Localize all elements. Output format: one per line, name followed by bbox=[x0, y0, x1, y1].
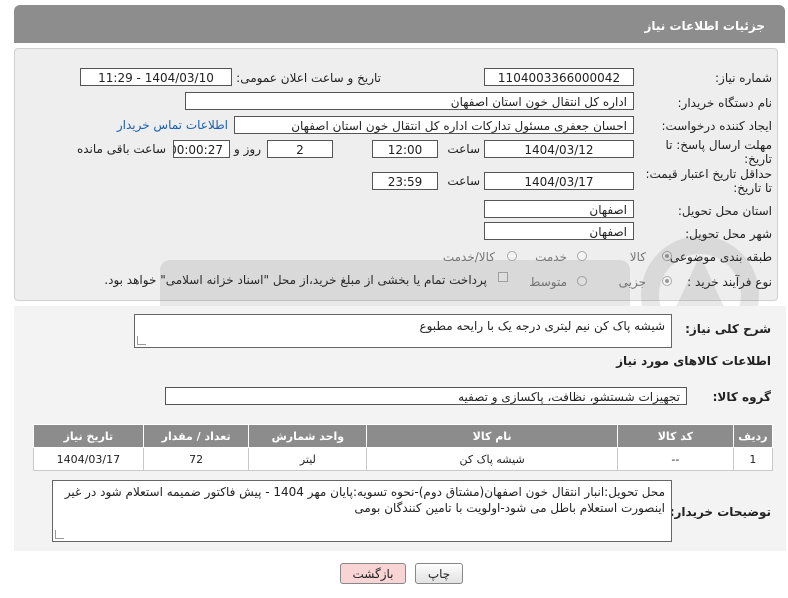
goods-group-field[interactable]: تجهیزات شستشو، نظافت، پاکسازی و تصفیه bbox=[165, 387, 687, 405]
subject-radio-goods[interactable] bbox=[662, 251, 672, 261]
subject-class-label: طبقه بندی موضوعی: bbox=[665, 250, 772, 264]
reply-deadline-label-date: تاریخ: bbox=[744, 152, 772, 166]
creator-field[interactable]: احسان جعفری مسئول تدارکات اداره کل انتقا… bbox=[234, 116, 634, 134]
price-validity-label-date: تا تاریخ: bbox=[733, 181, 772, 195]
resize-grip-icon[interactable] bbox=[55, 530, 64, 539]
page-header: جزئیات اطلاعات نیاز bbox=[14, 5, 785, 43]
reply-deadline-time-label: ساعت bbox=[447, 142, 480, 156]
col-code: کد کالا bbox=[616, 424, 734, 448]
purchase-type-label: نوع فرآیند خرید : bbox=[687, 275, 772, 289]
table-row[interactable]: 1 -- شیشه پاک کن لیتر 72 1404/03/17 bbox=[33, 447, 774, 471]
buyer-notes-textarea[interactable]: محل تحویل:انبار انتقال خون اصفهان(مشتاق … bbox=[52, 480, 672, 542]
back-button[interactable]: بازگشت bbox=[340, 563, 406, 584]
cell-code: -- bbox=[616, 447, 734, 471]
description-text: شیشه پاک کن نیم لیتری درجه یک با رایحه م… bbox=[419, 319, 665, 333]
purchase-radio-minor[interactable] bbox=[662, 276, 672, 286]
delivery-province-label: استان محل تحویل: bbox=[677, 204, 772, 218]
col-unit: واحد شمارش bbox=[248, 424, 368, 448]
need-number-label: شماره نیاز: bbox=[715, 71, 772, 85]
creator-label: ایجاد کننده درخواست: bbox=[661, 119, 772, 133]
goods-group-label: گروه کالا: bbox=[712, 390, 771, 404]
subject-radio-goods-service[interactable] bbox=[507, 251, 517, 261]
need-number-field[interactable]: 1104003366000042 bbox=[484, 68, 634, 86]
purchase-radio-medium[interactable] bbox=[577, 276, 587, 286]
remaining-time-field[interactable]: 00:00:27 bbox=[173, 140, 230, 158]
price-validity-label: حداقل تاریخ اعتبار قیمت: bbox=[645, 167, 772, 181]
col-row: ردیف bbox=[732, 424, 774, 448]
buyer-contact-link[interactable]: اطلاعات تماس خریدار bbox=[117, 118, 228, 132]
reply-days-label: روز و bbox=[234, 142, 261, 156]
delivery-city-field[interactable]: اصفهان bbox=[484, 222, 634, 240]
buyer-notes-label: توضیحات خریدار: bbox=[669, 505, 771, 519]
buyer-org-field[interactable]: اداره کل انتقال خون استان اصفهان bbox=[185, 92, 634, 110]
subject-option-goods-service: کالا/خدمت bbox=[442, 250, 495, 264]
col-need-date: تاریخ نیاز bbox=[33, 424, 144, 448]
reply-deadline-label: مهلت ارسال پاسخ: تا bbox=[665, 138, 772, 152]
goods-table-header: ردیف کد کالا نام کالا واحد شمارش تعداد /… bbox=[33, 424, 774, 448]
reply-deadline-date-field[interactable]: 1404/03/12 bbox=[484, 140, 634, 158]
delivery-city-label: شهر محل تحویل: bbox=[685, 227, 772, 241]
purchase-option-medium: متوسط bbox=[529, 275, 567, 289]
buyer-notes-text: محل تحویل:انبار انتقال خون اصفهان(مشتاق … bbox=[64, 485, 665, 515]
treasury-payment-note: پرداخت تمام یا بخشی از مبلغ خرید،از محل … bbox=[104, 273, 487, 287]
price-validity-time-field[interactable]: 23:59 bbox=[372, 172, 438, 190]
buyer-org-label: نام دستگاه خریدار: bbox=[677, 96, 773, 110]
goods-table: ردیف کد کالا نام کالا واحد شمارش تعداد /… bbox=[33, 424, 774, 471]
announce-datetime-field[interactable]: 1404/03/10 - 11:29 bbox=[80, 68, 232, 86]
treasury-payment-checkbox[interactable] bbox=[498, 272, 508, 282]
description-textarea[interactable]: شیشه پاک کن نیم لیتری درجه یک با رایحه م… bbox=[134, 314, 672, 348]
description-label: شرح کلی نیاز: bbox=[685, 322, 771, 336]
cell-row: 1 bbox=[732, 447, 774, 471]
print-button[interactable]: چاپ bbox=[415, 563, 463, 584]
price-validity-time-label: ساعت bbox=[447, 174, 480, 188]
cell-name: شیشه پاک کن bbox=[366, 447, 618, 471]
page-title: جزئیات اطلاعات نیاز bbox=[644, 19, 765, 33]
price-validity-date-field[interactable]: 1404/03/17 bbox=[484, 172, 634, 190]
goods-section-title: اطلاعات کالاهای مورد نیاز bbox=[616, 354, 771, 368]
delivery-province-field[interactable]: اصفهان bbox=[484, 200, 634, 218]
cell-need-date: 1404/03/17 bbox=[33, 447, 144, 471]
announce-datetime-label: تاریخ و ساعت اعلان عمومی: bbox=[236, 71, 381, 85]
purchase-option-minor: جزیی bbox=[618, 275, 646, 289]
reply-deadline-time-field[interactable]: 12:00 bbox=[372, 140, 438, 158]
reply-days-field[interactable]: 2 bbox=[267, 140, 333, 158]
resize-grip-icon[interactable] bbox=[137, 336, 146, 345]
subject-option-goods: کالا bbox=[629, 250, 646, 264]
subject-radio-service[interactable] bbox=[577, 251, 587, 261]
cell-unit: لیتر bbox=[248, 447, 368, 471]
cell-quantity: 72 bbox=[142, 447, 250, 471]
remaining-time-label: ساعت باقی مانده bbox=[76, 142, 166, 156]
col-name: نام کالا bbox=[366, 424, 618, 448]
subject-option-service: خدمت bbox=[535, 250, 567, 264]
col-quantity: تعداد / مقدار bbox=[142, 424, 250, 448]
